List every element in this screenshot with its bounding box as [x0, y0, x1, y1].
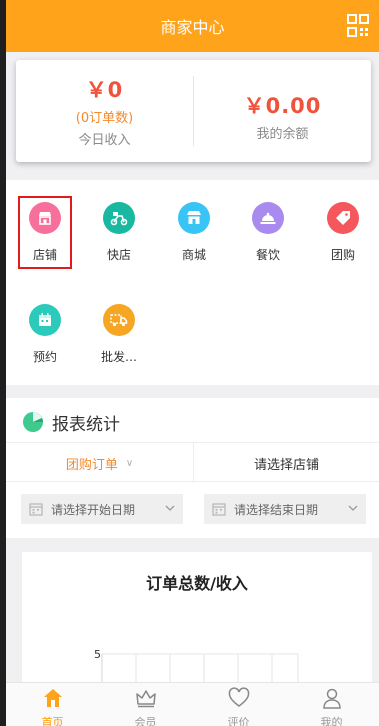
calendar-icon — [29, 304, 61, 336]
tab-reviews[interactable]: 评价 — [192, 683, 285, 726]
pie-chart-icon — [23, 412, 43, 432]
menu-label: 快店 — [106, 248, 131, 262]
menu-label: 店铺 — [32, 248, 57, 262]
store-icon — [29, 202, 61, 234]
crown-icon — [135, 690, 156, 708]
menu-label: 商城 — [181, 248, 206, 262]
end-date-placeholder: 请选择结束日期 — [234, 502, 319, 517]
menu-grid: 店铺 快店 商城 餐饮 团购 预约 批发… — [6, 180, 379, 385]
top-header: 商家中心 — [6, 0, 379, 52]
income-card: ￥0 (0订单数) 今日收入 ￥0.00 我的余额 — [16, 60, 371, 162]
home-icon — [43, 689, 62, 707]
store-select[interactable]: 请选择店铺 — [194, 443, 379, 483]
delivery-scooter-icon — [103, 202, 135, 234]
end-date-picker[interactable]: 请选择结束日期 — [204, 494, 366, 524]
order-type-select[interactable]: 团购订单 ∨ — [6, 443, 193, 483]
start-date-picker[interactable]: 请选择开始日期 — [21, 494, 183, 524]
menu-item-mall[interactable]: 商城 — [164, 202, 224, 262]
tab-home[interactable]: 首页 — [6, 683, 99, 726]
heart-icon — [228, 687, 249, 707]
balance-label: 我的余额 — [256, 127, 309, 142]
report-filters: 团购订单 ∨ 请选择店铺 — [6, 442, 379, 483]
today-amount: ￥0 — [85, 78, 124, 102]
report-header: 报表统计 — [22, 410, 120, 435]
menu-label: 团购 — [330, 248, 355, 262]
menu-item-dining[interactable]: 餐饮 — [238, 202, 298, 262]
menu-item-group-buy[interactable]: 团购 — [313, 202, 373, 262]
menu-label: 预约 — [32, 350, 57, 364]
calendar-icon — [212, 503, 226, 516]
chart-title: 订单总数/收入 — [146, 574, 248, 593]
store-select-value: 请选择店铺 — [253, 457, 319, 473]
y-tick-label: 5 — [94, 648, 101, 661]
tab-label: 评价 — [227, 716, 250, 726]
page-title: 商家中心 — [160, 18, 225, 37]
today-label: 今日收入 — [78, 133, 131, 148]
start-date-placeholder: 请选择开始日期 — [51, 502, 136, 517]
tab-label: 我的 — [320, 716, 343, 726]
wholesale-truck-icon — [103, 304, 135, 336]
chevron-down-icon — [165, 505, 175, 511]
report-title: 报表统计 — [52, 414, 120, 435]
balance-amount: ￥0.00 — [243, 94, 322, 118]
food-cloche-icon — [252, 202, 284, 234]
chart-card: 订单总数/收入 5 — [22, 552, 372, 692]
tab-members[interactable]: 会员 — [99, 683, 192, 726]
menu-label: 批发… — [100, 350, 137, 364]
menu-item-quick-store[interactable]: 快店 — [89, 202, 149, 262]
order-type-value: 团购订单 — [65, 457, 118, 473]
today-income[interactable]: ￥0 (0订单数) 今日收入 — [16, 60, 193, 162]
report-section: 报表统计 团购订单 ∨ 请选择店铺 请选择开始日期 请选择结束日期 — [6, 398, 379, 538]
calendar-icon — [29, 503, 43, 516]
my-balance[interactable]: ￥0.00 我的余额 — [194, 60, 371, 162]
menu-label: 餐饮 — [255, 248, 280, 262]
chevron-down-icon: ∨ — [125, 457, 134, 469]
shop-icon — [178, 202, 210, 234]
today-orders: (0订单数) — [75, 111, 134, 126]
bottom-tabbar: 首页 会员 评价 我的 — [6, 682, 379, 726]
user-icon — [322, 688, 341, 709]
group-buy-tag-icon — [327, 202, 359, 234]
tab-label: 首页 — [41, 716, 64, 726]
qr-code-icon[interactable] — [347, 14, 369, 38]
app-frame: 商家中心 ￥0 (0订单数) 今日收入 ￥0.00 我的余额 店铺 快店 商城 … — [6, 0, 379, 726]
menu-item-booking[interactable]: 预约 — [15, 304, 75, 364]
tab-mine[interactable]: 我的 — [285, 683, 378, 726]
tab-label: 会员 — [134, 716, 157, 726]
menu-item-store[interactable]: 店铺 — [15, 202, 75, 262]
menu-item-wholesale[interactable]: 批发… — [89, 304, 149, 364]
chevron-down-icon — [348, 505, 358, 511]
